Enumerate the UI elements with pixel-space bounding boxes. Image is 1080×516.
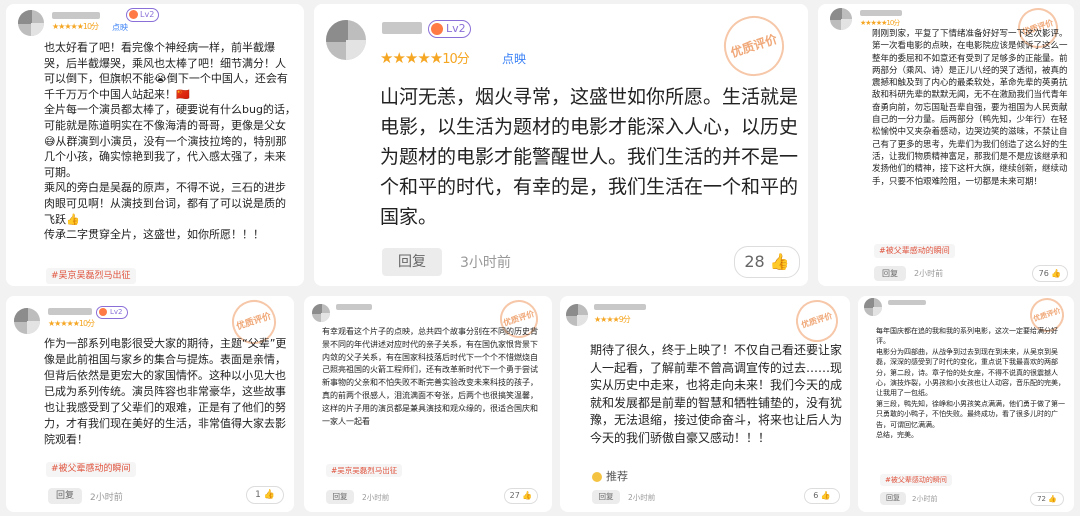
screening-tag: 点映 (112, 23, 128, 32)
level-icon (431, 23, 443, 35)
rating-score: 9分 (618, 315, 631, 324)
topic-tag[interactable]: #被父辈感动的瞬间 (880, 474, 952, 486)
reply-button[interactable]: 回复 (874, 266, 906, 281)
avatar[interactable] (326, 20, 366, 60)
rating-score: 10分 (442, 52, 470, 67)
reply-button[interactable]: 回复 (880, 492, 906, 505)
thumb-up-icon: 👍 (1048, 495, 1057, 503)
quality-review-seal: 优质评价 (716, 8, 792, 84)
like-button[interactable]: 27 👍 (504, 488, 538, 504)
reply-button[interactable]: 回复 (48, 488, 82, 504)
stars-icon: ★★★★ (594, 315, 620, 324)
avatar[interactable] (864, 298, 882, 316)
username[interactable] (594, 304, 646, 310)
timestamp: 2小时前 (914, 269, 944, 278)
thumb-up-icon: 👍 (820, 491, 831, 500)
timestamp: 2小时前 (90, 493, 123, 503)
stars-icon: ★★★★★ (48, 319, 80, 328)
review-text: 作为一部系列电影很受大家的期待，主题“父辈”更像是此前祖国与家乡的集合与提炼。表… (44, 337, 287, 446)
level-badge: Lv2 (96, 306, 128, 319)
review-text: 有幸观看这个片子的点映，总共四个故事分别在不同的历史背景不同的年代讲述对应时代的… (322, 327, 538, 426)
timestamp: 2小时前 (362, 493, 390, 502)
review-card: Lv2 ★★★★★10分 点映 也太好看了吧！看完像个神经病一样，前半截爆哭，后… (6, 4, 304, 286)
rating-score: 10分 (78, 319, 95, 328)
like-count: 76 (1038, 269, 1049, 278)
stars-icon: ★★★★★ (380, 49, 443, 67)
avatar[interactable] (14, 308, 40, 334)
like-button[interactable]: 72 👍 (1030, 492, 1064, 506)
level-badge: Lv2 (126, 8, 160, 22)
stars-icon: ★★★★★ (860, 19, 887, 27)
review-card: ★★★★★10分 优质评价 刚刚到家，平复了下情绪准备好好写一下这次影评。第一次… (818, 4, 1074, 286)
recommend-label: 推荐 (592, 468, 628, 484)
level-icon (129, 10, 138, 19)
like-count: 27 (509, 491, 520, 500)
review-text: 也太好看了吧！看完像个神经病一样，前半截爆哭，后半截爆哭，乘风也太棒了吧！细节满… (44, 41, 296, 242)
avatar[interactable] (566, 304, 588, 326)
review-text: 刚刚到家，平复了下情绪准备好好写一下这次影评。第一次看电影的点映，在电影院应该是… (872, 29, 1068, 187)
timestamp: 2小时前 (628, 493, 656, 502)
rating-stars: ★★★★★10分 (48, 318, 95, 329)
level-badge: Lv2 (428, 20, 471, 38)
reply-button[interactable]: 回复 (592, 490, 620, 504)
screening-tag: 点映 (502, 52, 527, 66)
quality-review-seal: 优质评价 (790, 296, 844, 348)
username[interactable] (888, 300, 926, 305)
level-icon (99, 308, 107, 316)
like-button[interactable]: 6 👍 (804, 488, 840, 504)
rating-stars: ★★★★★10分 (52, 21, 99, 32)
review-card: Lv2 ★★★★★10分 优质评价 作为一部系列电影很受大家的期待，主题“父辈”… (6, 296, 294, 512)
review-text: 每年国庆都在追的我和我的系列电影，这次一定要给满分好评。 电影分为四部曲，从战争… (876, 327, 1065, 440)
timestamp: 2小时前 (912, 495, 938, 503)
topic-tag[interactable]: #吴京吴磊烈马出征 (46, 268, 136, 284)
review-card: ★★★★9分 优质评价 期待了很久，终于上映了！不仅自己看还要让家人一起看，了解… (560, 296, 850, 512)
username[interactable] (48, 308, 92, 315)
like-count: 1 (255, 490, 261, 500)
review-card: 优质评价 每年国庆都在追的我和我的系列电影，这次一定要给满分好评。 电影分为四部… (858, 296, 1074, 512)
thumb-up-icon: 👍 (263, 490, 275, 500)
username[interactable] (336, 304, 372, 310)
thumb-up-icon: 👍 (522, 491, 533, 500)
review-text: 期待了很久，终于上映了！不仅自己看还要让家人一起看，了解前辈不曾高调宣传的过去…… (590, 343, 843, 445)
reply-button[interactable]: 回复 (382, 248, 442, 276)
recommend-icon (592, 472, 602, 482)
rating-stars: ★★★★★10分 (380, 48, 470, 67)
like-button[interactable]: 76 👍 (1032, 265, 1068, 282)
topic-tag[interactable]: #吴京吴磊烈马出征 (326, 464, 403, 477)
thumb-up-icon: 👍 (769, 252, 790, 271)
topic-tag[interactable]: #被父辈感动的瞬间 (46, 462, 136, 477)
username[interactable] (52, 12, 100, 19)
username[interactable] (382, 22, 422, 34)
reply-button[interactable]: 回复 (326, 490, 354, 504)
like-button[interactable]: 1 👍 (246, 486, 284, 504)
rating-score: 10分 (886, 19, 900, 27)
review-text: 山河无恙，烟火寻常，这盛世如你所愿。生活就是电影，以生活为题材的电影才能深入人心… (380, 86, 799, 228)
like-button[interactable]: 28 👍 (734, 246, 800, 278)
avatar[interactable] (830, 8, 852, 30)
topic-tag[interactable]: #被父辈感动的瞬间 (874, 244, 955, 258)
like-count: 6 (813, 491, 819, 500)
avatar[interactable] (312, 304, 330, 322)
rating-stars: ★★★★★10分 (860, 18, 900, 28)
review-card: Lv2 ★★★★★10分 点映 优质评价 山河无恙，烟火寻常，这盛世如你所愿。生… (314, 4, 808, 286)
username[interactable] (860, 10, 902, 16)
like-count: 72 (1037, 495, 1046, 503)
rating-score: 10分 (82, 22, 99, 31)
review-card: 优质评价 有幸观看这个片子的点映，总共四个故事分别在不同的历史背景不同的年代讲述… (304, 296, 552, 512)
avatar[interactable] (18, 10, 44, 36)
timestamp: 3小时前 (460, 255, 511, 271)
thumb-up-icon: 👍 (1051, 269, 1062, 278)
rating-stars: ★★★★9分 (594, 314, 631, 325)
like-count: 28 (744, 252, 765, 271)
stars-icon: ★★★★★ (52, 22, 84, 31)
